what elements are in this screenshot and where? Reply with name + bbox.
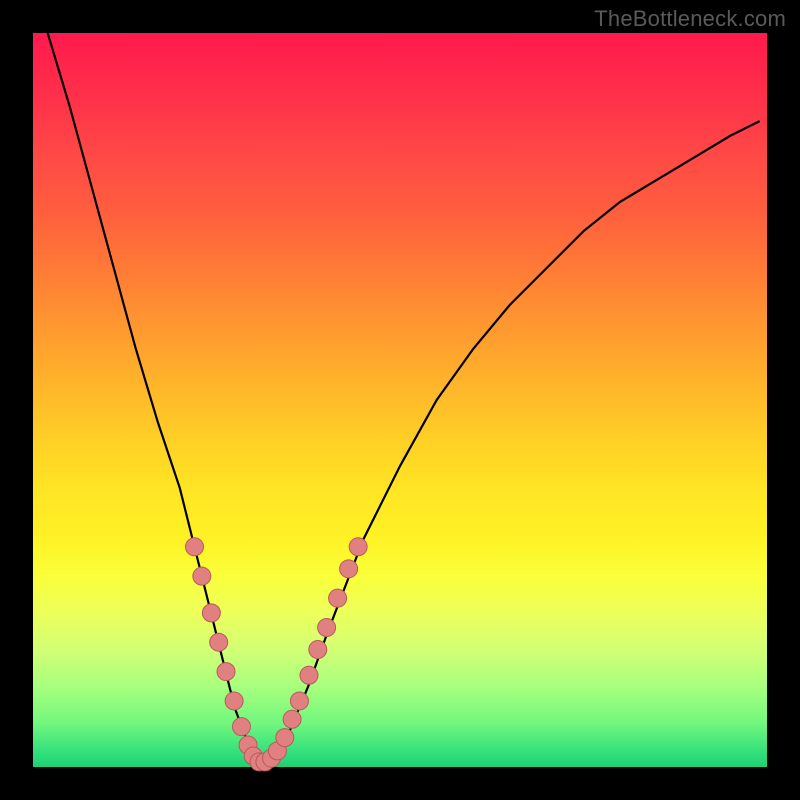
curve-marker — [217, 663, 235, 681]
curve-marker — [232, 718, 250, 736]
curve-marker — [193, 567, 211, 585]
curve-marker — [210, 633, 228, 651]
marker-group — [185, 538, 367, 771]
curve-marker — [202, 604, 220, 622]
chart-svg-overlay — [33, 33, 767, 767]
curve-marker — [283, 710, 301, 728]
curve-marker — [185, 538, 203, 556]
curve-marker — [349, 538, 367, 556]
chart-stage: TheBottleneck.com — [0, 0, 800, 800]
curve-marker — [309, 641, 327, 659]
curve-marker — [329, 589, 347, 607]
curve-marker — [225, 692, 243, 710]
bottleneck-curve — [48, 33, 760, 763]
watermark-text: TheBottleneck.com — [594, 6, 786, 32]
curve-marker — [276, 729, 294, 747]
curve-marker — [318, 619, 336, 637]
curve-marker — [300, 666, 318, 684]
curve-marker — [340, 560, 358, 578]
curve-marker — [290, 692, 308, 710]
